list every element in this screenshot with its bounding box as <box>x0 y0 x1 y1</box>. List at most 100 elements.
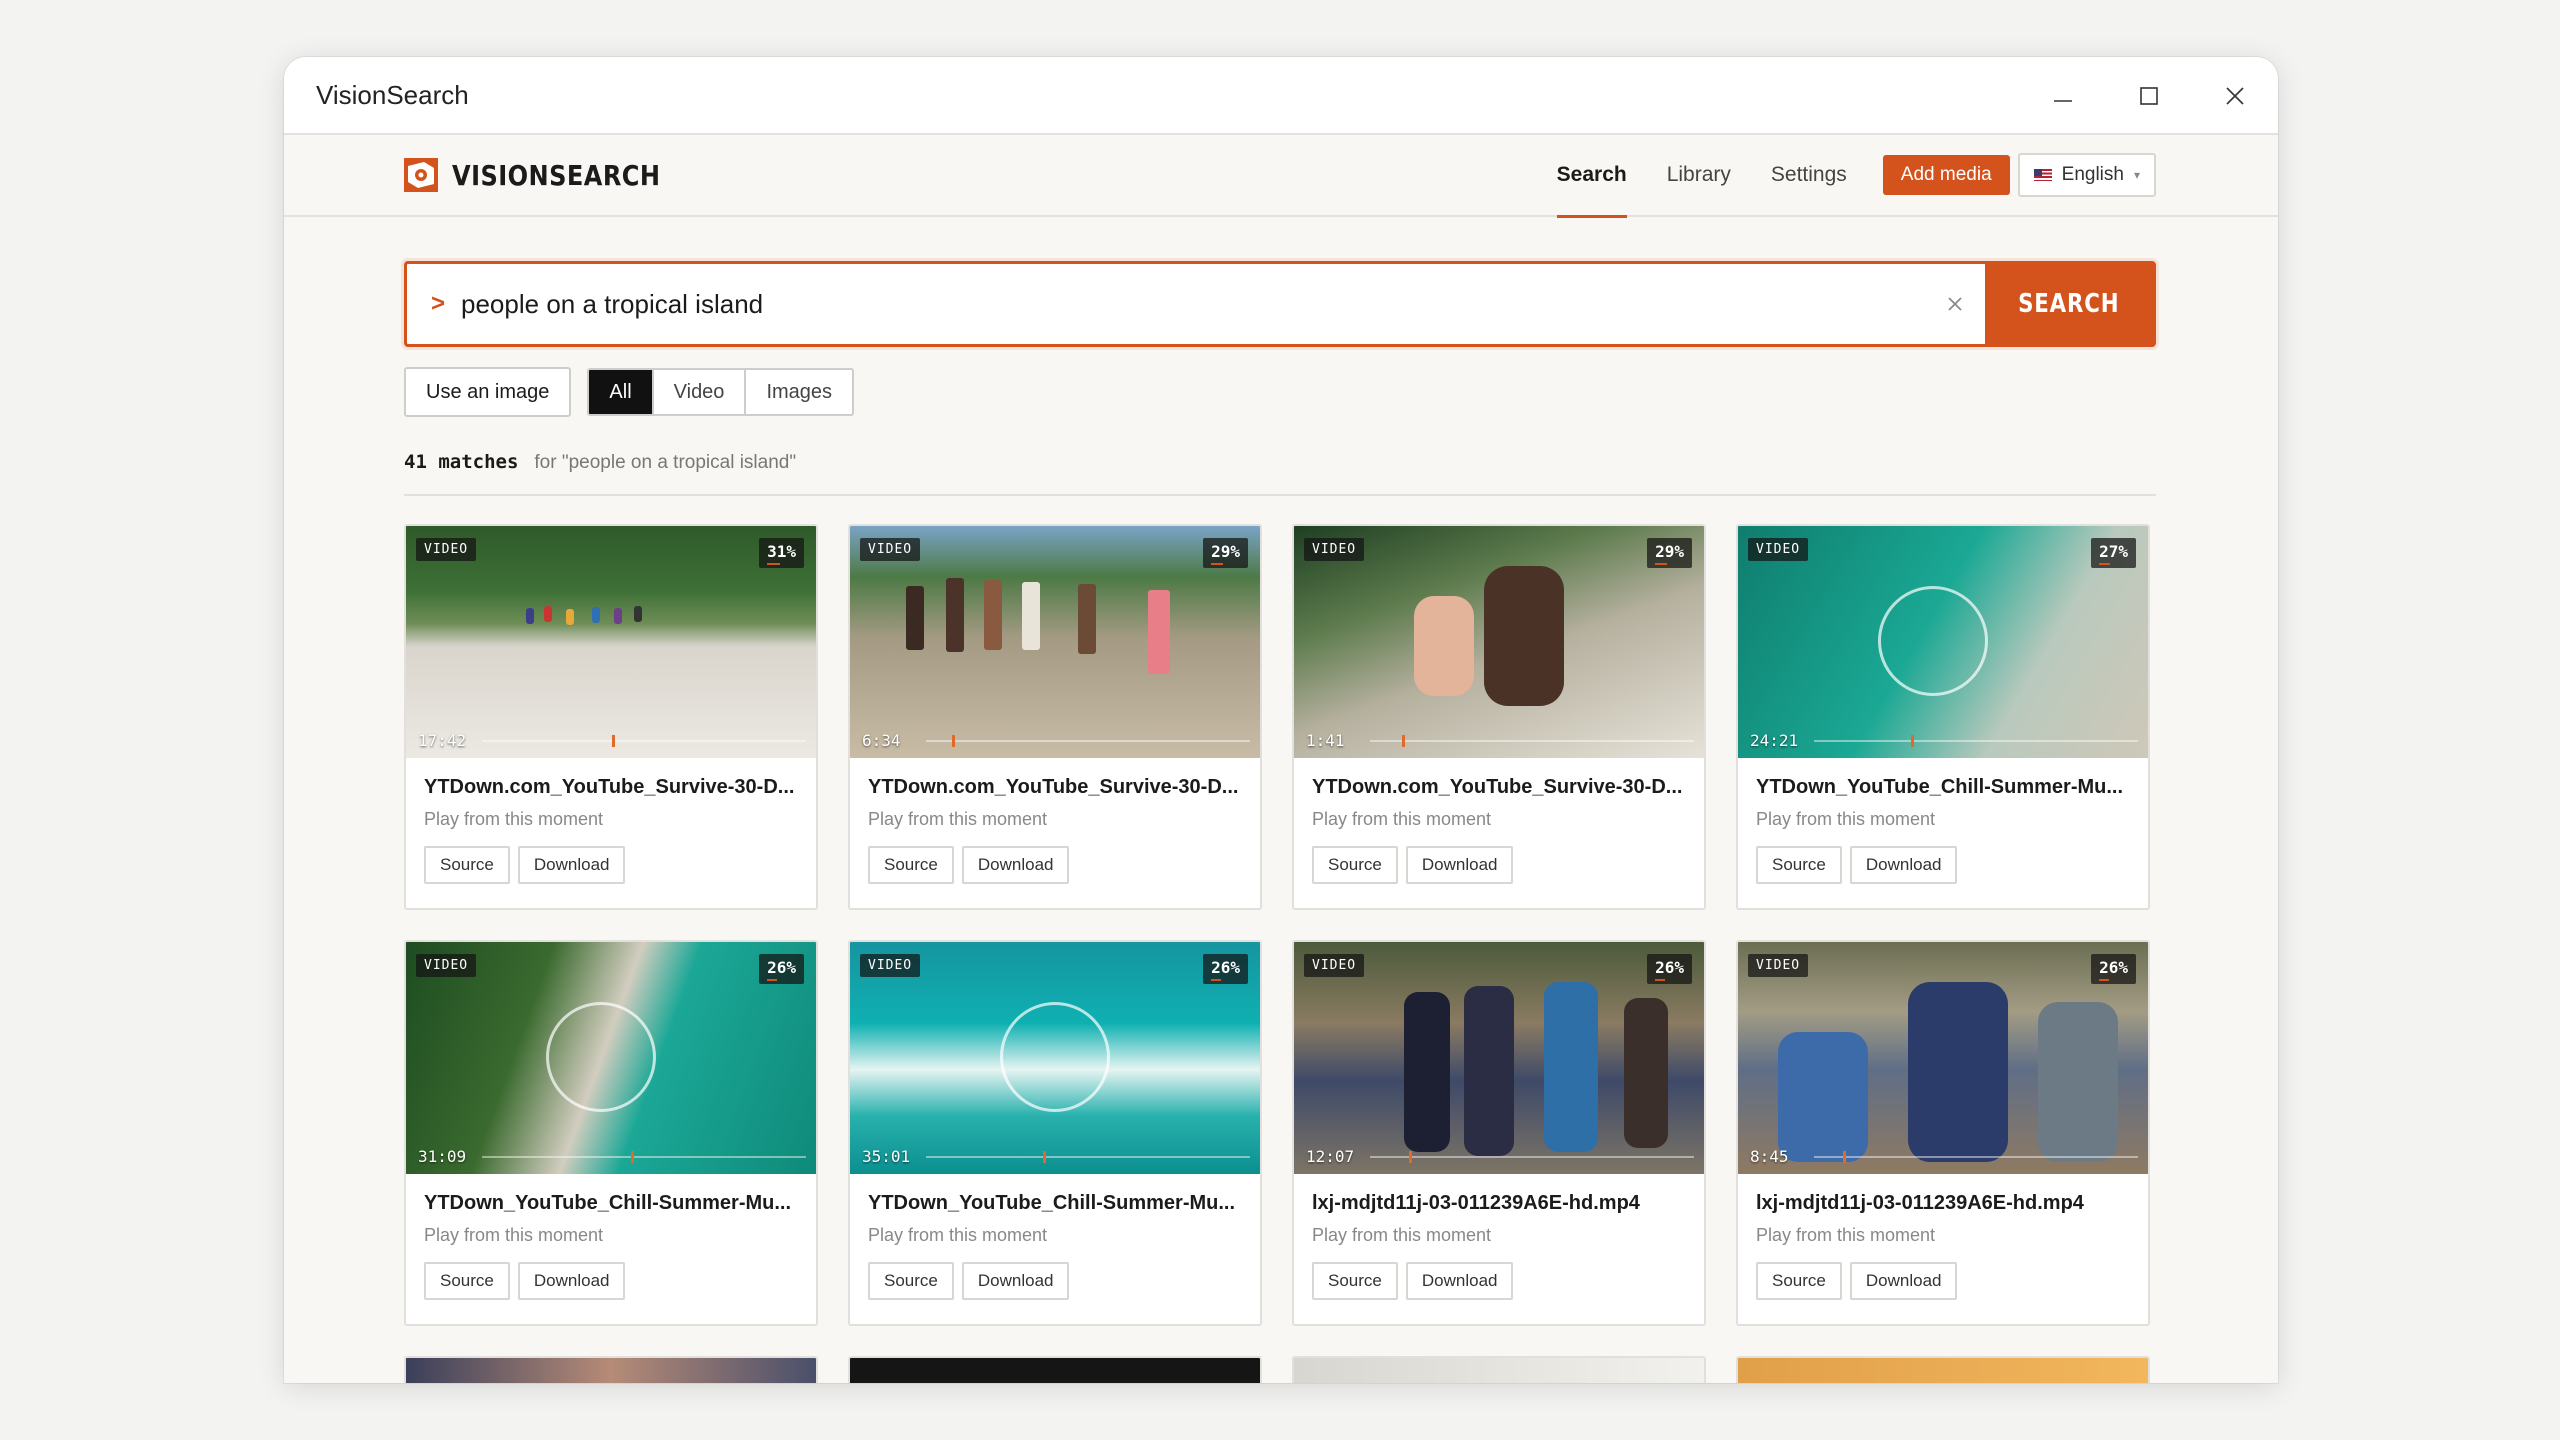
maximize-button[interactable] <box>2106 57 2192 135</box>
download-button[interactable]: Download <box>517 1262 626 1300</box>
results-grid: VIDEO 31% 17:42 YTDown.com_YouTube_Survi… <box>404 524 2156 1326</box>
use-image-button[interactable]: Use an image <box>404 367 572 417</box>
card-title[interactable]: YTDown.com_YouTube_Survive-30-D... <box>868 776 1242 799</box>
close-window-button[interactable] <box>2192 57 2278 135</box>
card-title[interactable]: lxj-mdjtd11j-03-011239A6E-hd.mp4 <box>1312 1192 1686 1215</box>
match-score: 29% <box>1647 538 1692 568</box>
result-card: VIDEO 26% 8:45 lxj-mdjtd11j-03-011239A6E… <box>1736 940 2150 1326</box>
brand-logo[interactable]: VISIONSEARCH <box>404 158 694 192</box>
play-from-moment-link[interactable]: Play from this moment <box>868 809 1242 830</box>
card-title[interactable]: YTDown_YouTube_Chill-Summer-Mu... <box>1756 776 2130 799</box>
video-duration: 6:34 <box>862 731 901 750</box>
video-thumbnail[interactable]: VIDEO 29% 6:34 <box>850 526 1260 758</box>
person-figure <box>946 578 964 652</box>
person-figure <box>906 586 924 650</box>
nav-link-settings[interactable]: Settings <box>1771 134 1847 216</box>
result-card: VIDEO 31% 17:42 YTDown.com_YouTube_Survi… <box>404 524 818 910</box>
video-timeline <box>1814 740 2138 742</box>
nav-link-search[interactable]: Search <box>1556 134 1627 218</box>
moment-marker <box>1843 1151 1846 1163</box>
video-thumbnail[interactable]: VIDEO 31% 17:42 <box>406 526 816 758</box>
search-button-label: SEARCH <box>2018 289 2120 319</box>
card-actions: Source Download <box>424 846 798 884</box>
play-from-moment-link[interactable]: Play from this moment <box>1756 1225 2130 1246</box>
source-button[interactable]: Source <box>1312 846 1398 884</box>
add-media-button[interactable]: Add media <box>1882 155 2010 195</box>
download-button[interactable]: Download <box>961 846 1070 884</box>
source-button[interactable]: Source <box>868 1262 954 1300</box>
title-bar[interactable]: VisionSearch <box>284 57 2278 135</box>
video-timeline <box>482 1156 806 1158</box>
nav-link-library[interactable]: Library <box>1667 134 1731 216</box>
download-button[interactable]: Download <box>1405 1262 1514 1300</box>
video-thumbnail[interactable]: VIDEO 26% 12:07 <box>1294 942 1704 1174</box>
source-button[interactable]: Source <box>868 846 954 884</box>
match-score: 29% <box>1203 538 1248 568</box>
match-score: 27% <box>2091 538 2136 568</box>
play-from-moment-link[interactable]: Play from this moment <box>424 1225 798 1246</box>
result-card-partial[interactable] <box>848 1356 1262 1383</box>
source-button[interactable]: Source <box>1312 1262 1398 1300</box>
play-from-moment-link[interactable]: Play from this moment <box>868 1225 1242 1246</box>
card-body: lxj-mdjtd11j-03-011239A6E-hd.mp4 Play fr… <box>1294 1174 1704 1300</box>
source-button[interactable]: Source <box>424 846 510 884</box>
download-button[interactable]: Download <box>517 846 626 884</box>
minimize-button[interactable] <box>2020 57 2106 135</box>
clear-search-button[interactable] <box>1925 264 1985 344</box>
video-thumbnail[interactable]: VIDEO 26% 8:45 <box>1738 942 2148 1174</box>
download-button[interactable]: Download <box>1849 846 1958 884</box>
prompt-chevron-icon: > <box>431 290 446 317</box>
result-card: VIDEO 29% 6:34 YTDown.com_YouTube_Surviv… <box>848 524 1262 910</box>
card-title[interactable]: YTDown_YouTube_Chill-Summer-Mu... <box>424 1192 798 1215</box>
video-thumbnail[interactable]: VIDEO 26% 31:09 <box>406 942 816 1174</box>
card-actions: Source Download <box>1756 846 2130 884</box>
match-score-bar <box>1655 563 1667 565</box>
play-from-moment-link[interactable]: Play from this moment <box>1312 809 1686 830</box>
filter-video[interactable]: Video <box>651 370 745 414</box>
person-figure <box>544 606 552 622</box>
source-button[interactable]: Source <box>424 1262 510 1300</box>
media-type-filter: All Video Images <box>587 368 855 416</box>
video-thumbnail[interactable]: VIDEO 27% 24:21 <box>1738 526 2148 758</box>
source-button[interactable]: Source <box>1756 846 1842 884</box>
video-thumbnail[interactable]: VIDEO 29% 1:41 <box>1294 526 1704 758</box>
moment-marker <box>631 1151 634 1163</box>
app-window: VisionSearch VISIONSEARCH Search Library… <box>284 57 2278 1383</box>
logo-icon <box>404 158 438 192</box>
result-card-partial[interactable] <box>1736 1356 2150 1383</box>
video-thumbnail[interactable]: VIDEO 26% 35:01 <box>850 942 1260 1174</box>
download-button[interactable]: Download <box>1849 1262 1958 1300</box>
download-button[interactable]: Download <box>961 1262 1070 1300</box>
card-body: YTDown_YouTube_Chill-Summer-Mu... Play f… <box>1738 758 2148 884</box>
play-from-moment-link[interactable]: Play from this moment <box>1756 809 2130 830</box>
person-figure <box>1078 584 1096 654</box>
filter-bar: Use an image All Video Images <box>404 367 2156 417</box>
language-label: English <box>2061 164 2124 185</box>
card-title[interactable]: YTDown.com_YouTube_Survive-30-D... <box>1312 776 1686 799</box>
download-button[interactable]: Download <box>1405 846 1514 884</box>
person-figure <box>1404 992 1450 1152</box>
search-button[interactable]: SEARCH <box>1985 264 2153 344</box>
person-figure <box>634 606 642 622</box>
card-title[interactable]: lxj-mdjtd11j-03-011239A6E-hd.mp4 <box>1756 1192 2130 1215</box>
search-input[interactable] <box>461 288 1925 320</box>
card-title[interactable]: YTDown_YouTube_Chill-Summer-Mu... <box>868 1192 1242 1215</box>
match-score: 26% <box>1647 954 1692 984</box>
filter-all[interactable]: All <box>589 370 652 414</box>
language-select[interactable]: English ▾ <box>2017 153 2156 197</box>
video-timeline <box>1814 1156 2138 1158</box>
card-title[interactable]: YTDown.com_YouTube_Survive-30-D... <box>424 776 798 799</box>
media-type-badge: VIDEO <box>1748 538 1809 561</box>
play-from-moment-link[interactable]: Play from this moment <box>424 809 798 830</box>
card-body: YTDown_YouTube_Chill-Summer-Mu... Play f… <box>406 1174 816 1300</box>
result-card-partial[interactable] <box>1292 1356 1706 1383</box>
person-figure <box>592 607 600 623</box>
video-duration: 35:01 <box>862 1147 911 1166</box>
play-from-moment-link[interactable]: Play from this moment <box>1312 1225 1686 1246</box>
result-card-partial[interactable] <box>404 1356 818 1383</box>
moment-marker <box>1409 1151 1412 1163</box>
top-nav: VISIONSEARCH Search Library Settings Add… <box>284 134 2278 218</box>
source-button[interactable]: Source <box>1756 1262 1842 1300</box>
person-figure <box>614 608 622 624</box>
filter-images[interactable]: Images <box>744 370 852 414</box>
